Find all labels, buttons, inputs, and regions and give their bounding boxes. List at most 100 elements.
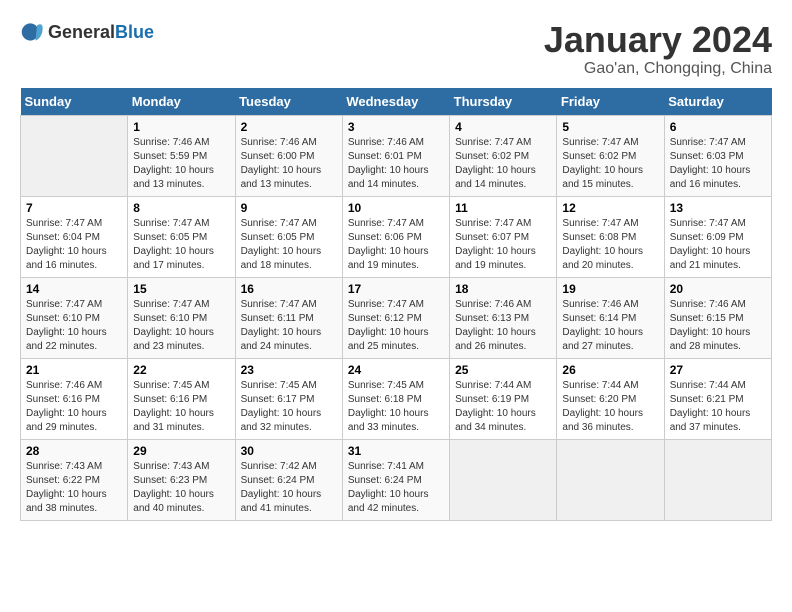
day-info: Sunrise: 7:46 AMSunset: 6:13 PMDaylight:…	[455, 298, 551, 354]
day-info: Sunrise: 7:43 AMSunset: 6:23 PMDaylight:…	[133, 460, 229, 516]
day-number: 1	[133, 120, 229, 134]
day-number: 22	[133, 363, 229, 377]
day-info: Sunrise: 7:47 AMSunset: 6:08 PMDaylight:…	[562, 217, 658, 273]
day-number: 6	[670, 120, 766, 134]
day-cell: 19 Sunrise: 7:46 AMSunset: 6:14 PMDayligh…	[557, 277, 664, 358]
column-header-thursday: Thursday	[450, 88, 557, 116]
day-cell: 6 Sunrise: 7:47 AMSunset: 6:03 PMDaylight…	[664, 115, 771, 196]
week-row-3: 14 Sunrise: 7:47 AMSunset: 6:10 PMDayligh…	[21, 277, 772, 358]
day-cell: 4 Sunrise: 7:47 AMSunset: 6:02 PMDaylight…	[450, 115, 557, 196]
week-row-1: 1 Sunrise: 7:46 AMSunset: 5:59 PMDaylight…	[21, 115, 772, 196]
day-number: 17	[348, 282, 444, 296]
day-number: 24	[348, 363, 444, 377]
day-cell: 3Sunrise: 7:46 AMSunset: 6:01 PMDaylight…	[342, 115, 449, 196]
day-info: Sunrise: 7:47 AMSunset: 6:02 PMDaylight:…	[455, 136, 551, 192]
day-number: 8	[133, 201, 229, 215]
day-cell: 11 Sunrise: 7:47 AMSunset: 6:07 PMDayligh…	[450, 196, 557, 277]
day-number: 21	[26, 363, 122, 377]
day-cell: 16 Sunrise: 7:47 AMSunset: 6:11 PMDayligh…	[235, 277, 342, 358]
day-cell: 21 Sunrise: 7:46 AMSunset: 6:16 PMDayligh…	[21, 358, 128, 439]
day-info: Sunrise: 7:45 AMSunset: 6:17 PMDaylight:…	[241, 379, 337, 435]
day-number: 29	[133, 444, 229, 458]
day-info: Sunrise: 7:41 AMSunset: 6:24 PMDaylight:…	[348, 460, 444, 516]
week-row-2: 7Sunrise: 7:47 AMSunset: 6:04 PMDaylight…	[21, 196, 772, 277]
day-info: Sunrise: 7:47 AMSunset: 6:11 PMDaylight:…	[241, 298, 337, 354]
location-title: Gao'an, Chongqing, China	[544, 60, 772, 78]
day-cell: 9 Sunrise: 7:47 AMSunset: 6:05 PMDaylight…	[235, 196, 342, 277]
day-cell: 23 Sunrise: 7:45 AMSunset: 6:17 PMDayligh…	[235, 358, 342, 439]
day-number: 23	[241, 363, 337, 377]
day-info: Sunrise: 7:47 AMSunset: 6:03 PMDaylight:…	[670, 136, 766, 192]
day-info: Sunrise: 7:47 AMSunset: 6:07 PMDaylight:…	[455, 217, 551, 273]
day-info: Sunrise: 7:44 AMSunset: 6:21 PMDaylight:…	[670, 379, 766, 435]
day-number: 30	[241, 444, 337, 458]
logo-text-blue: Blue	[115, 22, 154, 42]
day-number: 16	[241, 282, 337, 296]
logo-icon	[20, 20, 44, 44]
day-info: Sunrise: 7:43 AMSunset: 6:22 PMDaylight:…	[26, 460, 122, 516]
day-number: 20	[670, 282, 766, 296]
column-header-sunday: Sunday	[21, 88, 128, 116]
day-info: Sunrise: 7:47 AMSunset: 6:05 PMDaylight:…	[241, 217, 337, 273]
day-cell: 20 Sunrise: 7:46 AMSunset: 6:15 PMDayligh…	[664, 277, 771, 358]
day-cell: 25 Sunrise: 7:44 AMSunset: 6:19 PMDayligh…	[450, 358, 557, 439]
day-cell: 10Sunrise: 7:47 AMSunset: 6:06 PMDayligh…	[342, 196, 449, 277]
day-info: Sunrise: 7:45 AMSunset: 6:16 PMDaylight:…	[133, 379, 229, 435]
month-title: January 2024	[544, 20, 772, 60]
day-info: Sunrise: 7:45 AMSunset: 6:18 PMDaylight:…	[348, 379, 444, 435]
day-cell: 13Sunrise: 7:47 AMSunset: 6:09 PMDayligh…	[664, 196, 771, 277]
day-number: 28	[26, 444, 122, 458]
day-cell: 26Sunrise: 7:44 AMSunset: 6:20 PMDayligh…	[557, 358, 664, 439]
day-info: Sunrise: 7:47 AMSunset: 6:10 PMDaylight:…	[133, 298, 229, 354]
day-info: Sunrise: 7:44 AMSunset: 6:19 PMDaylight:…	[455, 379, 551, 435]
day-number: 27	[670, 363, 766, 377]
day-info: Sunrise: 7:47 AMSunset: 6:05 PMDaylight:…	[133, 217, 229, 273]
day-number: 15	[133, 282, 229, 296]
day-cell: 17 Sunrise: 7:47 AMSunset: 6:12 PMDayligh…	[342, 277, 449, 358]
day-info: Sunrise: 7:47 AMSunset: 6:06 PMDaylight:…	[348, 217, 444, 273]
week-row-5: 28 Sunrise: 7:43 AMSunset: 6:22 PMDayligh…	[21, 439, 772, 520]
day-info: Sunrise: 7:46 AMSunset: 6:14 PMDaylight:…	[562, 298, 658, 354]
day-number: 18	[455, 282, 551, 296]
day-number: 12	[562, 201, 658, 215]
calendar-table: SundayMondayTuesdayWednesdayThursdayFrid…	[20, 88, 772, 521]
day-cell: 7Sunrise: 7:47 AMSunset: 6:04 PMDaylight…	[21, 196, 128, 277]
day-cell: 29 Sunrise: 7:43 AMSunset: 6:23 PMDayligh…	[128, 439, 235, 520]
day-number: 14	[26, 282, 122, 296]
logo: GeneralBlue	[20, 20, 154, 44]
day-number: 9	[241, 201, 337, 215]
day-cell: 5Sunrise: 7:47 AMSunset: 6:02 PMDaylight…	[557, 115, 664, 196]
day-info: Sunrise: 7:47 AMSunset: 6:09 PMDaylight:…	[670, 217, 766, 273]
day-info: Sunrise: 7:46 AMSunset: 5:59 PMDaylight:…	[133, 136, 229, 192]
day-cell: 12 Sunrise: 7:47 AMSunset: 6:08 PMDayligh…	[557, 196, 664, 277]
day-cell: 8 Sunrise: 7:47 AMSunset: 6:05 PMDaylight…	[128, 196, 235, 277]
day-cell: 15 Sunrise: 7:47 AMSunset: 6:10 PMDayligh…	[128, 277, 235, 358]
day-info: Sunrise: 7:47 AMSunset: 6:12 PMDaylight:…	[348, 298, 444, 354]
day-cell: 1 Sunrise: 7:46 AMSunset: 5:59 PMDaylight…	[128, 115, 235, 196]
day-number: 11	[455, 201, 551, 215]
day-cell: 18 Sunrise: 7:46 AMSunset: 6:13 PMDayligh…	[450, 277, 557, 358]
column-header-saturday: Saturday	[664, 88, 771, 116]
day-info: Sunrise: 7:46 AMSunset: 6:15 PMDaylight:…	[670, 298, 766, 354]
day-number: 19	[562, 282, 658, 296]
day-cell: 22 Sunrise: 7:45 AMSunset: 6:16 PMDayligh…	[128, 358, 235, 439]
calendar-header-row: SundayMondayTuesdayWednesdayThursdayFrid…	[21, 88, 772, 116]
column-header-wednesday: Wednesday	[342, 88, 449, 116]
day-number: 3	[348, 120, 444, 134]
day-number: 4	[455, 120, 551, 134]
day-info: Sunrise: 7:47 AMSunset: 6:02 PMDaylight:…	[562, 136, 658, 192]
day-cell	[21, 115, 128, 196]
day-number: 25	[455, 363, 551, 377]
day-number: 31	[348, 444, 444, 458]
day-info: Sunrise: 7:46 AMSunset: 6:16 PMDaylight:…	[26, 379, 122, 435]
day-cell: 14 Sunrise: 7:47 AMSunset: 6:10 PMDayligh…	[21, 277, 128, 358]
page-header: GeneralBlue January 2024 Gao'an, Chongqi…	[20, 20, 772, 78]
column-header-tuesday: Tuesday	[235, 88, 342, 116]
day-info: Sunrise: 7:44 AMSunset: 6:20 PMDaylight:…	[562, 379, 658, 435]
day-info: Sunrise: 7:47 AMSunset: 6:10 PMDaylight:…	[26, 298, 122, 354]
day-cell: 27 Sunrise: 7:44 AMSunset: 6:21 PMDayligh…	[664, 358, 771, 439]
day-cell: 24 Sunrise: 7:45 AMSunset: 6:18 PMDayligh…	[342, 358, 449, 439]
day-info: Sunrise: 7:46 AMSunset: 6:00 PMDaylight:…	[241, 136, 337, 192]
day-cell	[450, 439, 557, 520]
title-area: January 2024 Gao'an, Chongqing, China	[544, 20, 772, 78]
